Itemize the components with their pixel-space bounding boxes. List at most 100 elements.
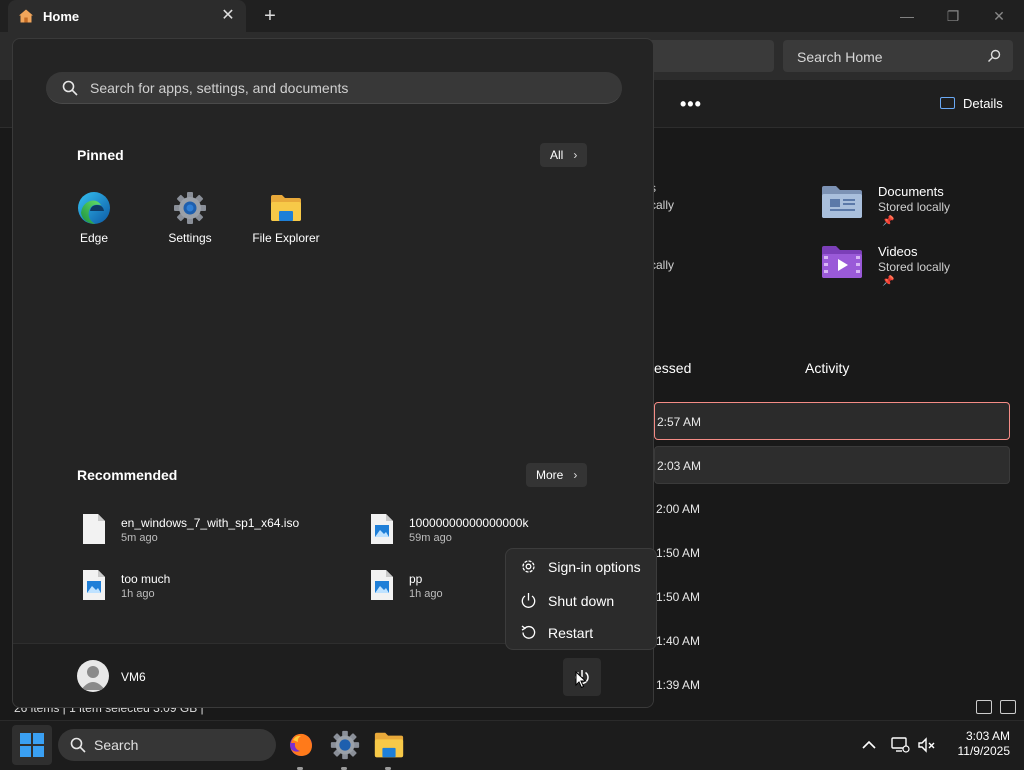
avatar[interactable]	[77, 660, 109, 692]
recommended-item[interactable]: en_windows_7_with_sp1_x64.iso 5m ago	[81, 513, 341, 553]
image-file-icon	[371, 514, 393, 544]
restart-item[interactable]: Restart	[510, 617, 654, 647]
taskbar-firefox[interactable]	[285, 729, 317, 770]
settings-gear-icon	[330, 730, 360, 760]
pinned-app-label: File Explorer	[252, 231, 320, 245]
recommended-item-time: 59m ago	[409, 532, 452, 544]
mouse-cursor-icon	[575, 671, 587, 689]
volume-muted-icon[interactable]	[916, 735, 936, 755]
recommended-item-name: pp	[409, 572, 423, 586]
start-button[interactable]	[12, 725, 52, 765]
firefox-icon	[290, 733, 312, 756]
pinned-title: Pinned	[77, 147, 124, 163]
column-header-activity[interactable]: Activity	[805, 360, 849, 376]
recommended-item-time: 1h ago	[121, 588, 155, 600]
maximize-button[interactable]: ❐	[930, 2, 976, 30]
close-window-button[interactable]: ✕	[976, 2, 1022, 30]
user-icon	[81, 666, 105, 690]
recommended-item-name: en_windows_7_with_sp1_x64.iso	[121, 516, 300, 530]
recommended-item-time: 1h ago	[409, 588, 443, 600]
settings-gear-icon	[174, 192, 206, 224]
power-icon	[521, 593, 536, 608]
documents-folder-icon	[822, 186, 862, 218]
power-menu-label: Shut down	[548, 593, 615, 609]
row-time: 1:50 AM	[656, 590, 701, 604]
row-time: 2:03 AM	[657, 459, 702, 473]
chevron-up-icon[interactable]	[859, 735, 879, 755]
sign-in-options-item[interactable]: Sign-in options	[510, 551, 654, 581]
taskbar-settings[interactable]	[329, 729, 361, 770]
start-search-placeholder: Search for apps, settings, and documents	[90, 80, 349, 96]
quick-access-location: Stored locally	[878, 200, 951, 214]
pin-icon: 📌	[882, 216, 895, 227]
more-recommended-button[interactable]: More ›	[526, 463, 588, 487]
more-options-button[interactable]: •••	[680, 94, 702, 115]
row-time: 2:00 AM	[656, 502, 701, 516]
details-view-icon[interactable]	[976, 700, 992, 714]
user-name[interactable]: VM6	[121, 670, 146, 684]
new-tab-button[interactable]: +	[258, 6, 282, 26]
folder-icon	[374, 732, 404, 758]
shut-down-item[interactable]: Shut down	[510, 585, 654, 615]
gear-icon	[522, 560, 535, 573]
tab-home[interactable]: Home ✕	[8, 0, 246, 32]
taskbar-file-explorer[interactable]	[373, 729, 405, 770]
all-apps-label: All	[550, 148, 564, 162]
windows-logo-icon	[20, 733, 44, 757]
close-tab-button[interactable]: ✕	[218, 6, 238, 26]
videos-folder-icon	[822, 246, 862, 278]
pinned-app-label: Settings	[168, 231, 212, 245]
edge-icon	[78, 192, 110, 224]
search-icon	[70, 737, 86, 753]
clock-time: 3:03 AM	[965, 729, 1010, 743]
pinned-app-file-explorer[interactable]: File Explorer	[241, 191, 331, 251]
more-label: More	[536, 468, 564, 482]
power-menu-label: Sign-in options	[548, 559, 641, 575]
details-pane-button[interactable]: Details	[940, 96, 1003, 111]
taskbar: Search 3:03 AM 11/9/2025	[0, 720, 1024, 770]
file-row[interactable]: 2:03 AM	[654, 446, 1010, 484]
pinned-app-edge[interactable]: Edge	[49, 191, 139, 251]
file-row[interactable]: 1:40 AM	[654, 622, 1010, 660]
restart-icon	[521, 625, 536, 639]
file-row[interactable]: 2:00 AM	[654, 490, 1010, 528]
recommended-item-name: 10000000000000000k	[409, 516, 529, 530]
image-file-icon	[371, 570, 393, 600]
home-icon	[19, 9, 33, 23]
file-row[interactable]: 1:50 AM	[654, 534, 1010, 572]
chevron-right-icon: ›	[573, 148, 578, 162]
power-button[interactable]	[563, 658, 601, 696]
clock-date: 11/9/2025	[957, 744, 1011, 758]
network-icon[interactable]	[890, 735, 910, 755]
minimize-button[interactable]: —	[884, 2, 930, 30]
power-menu: Sign-in options Shut down Restart	[505, 548, 657, 650]
taskbar-search-label: Search	[94, 737, 139, 753]
row-time: 2:57 AM	[657, 415, 702, 429]
recommended-item[interactable]: too much 1h ago	[81, 569, 341, 609]
chevron-right-icon: ›	[573, 468, 578, 482]
search-home-placeholder: Search Home	[797, 49, 883, 65]
title-bar: Home ✕ + — ❐ ✕	[0, 0, 1024, 32]
recommended-item[interactable]: 10000000000000000k 59m ago	[369, 513, 629, 553]
file-row[interactable]: 1:50 AM	[654, 578, 1010, 616]
quick-access-videos[interactable]: Videos Stored locally 📌	[820, 242, 1020, 292]
all-apps-button[interactable]: All ›	[540, 143, 588, 167]
system-clock[interactable]: 3:03 AM 11/9/2025	[944, 729, 1011, 759]
quick-access-documents[interactable]: Documents Stored locally 📌	[820, 182, 1020, 232]
start-search-input[interactable]: Search for apps, settings, and documents	[46, 72, 622, 104]
details-label: Details	[963, 96, 1003, 111]
power-menu-label: Restart	[548, 625, 594, 641]
pinned-app-settings[interactable]: Settings	[145, 191, 235, 251]
taskbar-search[interactable]: Search	[58, 729, 276, 761]
search-home-input[interactable]: Search Home	[783, 40, 1013, 72]
recommended-item-name: too much	[121, 572, 171, 586]
address-bar[interactable]	[640, 40, 774, 72]
row-time: 1:50 AM	[656, 546, 701, 560]
row-time: 1:40 AM	[656, 634, 701, 648]
details-pane-icon	[940, 97, 955, 109]
folder-icon	[271, 195, 301, 221]
column-header-accessed[interactable]: essed	[654, 360, 691, 376]
tiles-view-icon[interactable]	[1000, 700, 1016, 714]
recommended-item-time: 5m ago	[121, 532, 158, 544]
file-row[interactable]: 2:57 AM	[654, 402, 1010, 440]
